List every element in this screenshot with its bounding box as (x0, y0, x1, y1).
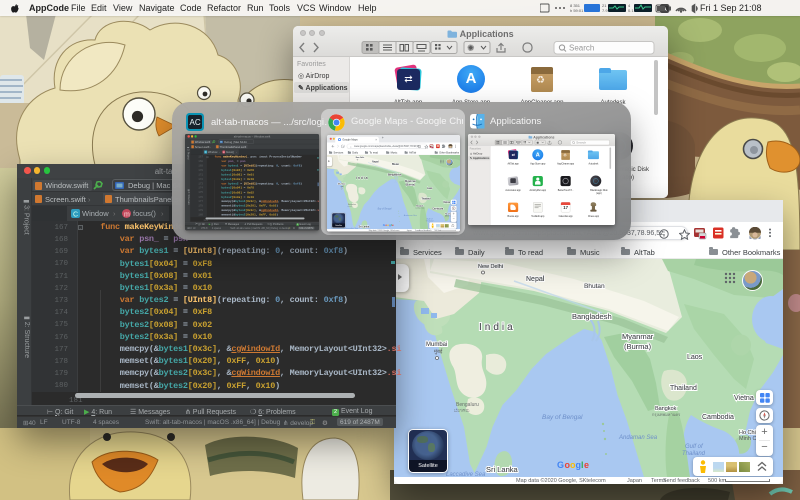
svg-text:Mumbai: Mumbai (426, 342, 447, 348)
svg-text:m: m (223, 151, 225, 154)
svg-text:Laos: Laos (687, 354, 703, 361)
svg-text:Sri Lanka: Sri Lanka (486, 465, 519, 474)
svg-text:India: India (356, 176, 369, 180)
svg-text:e: e (584, 460, 589, 470)
svg-text:ಬೆಂಗಳೌರು: ಬೆಂಗಳೌರು (454, 408, 470, 413)
svg-text:Vietna: Vietna (734, 395, 754, 402)
svg-text:India: India (479, 322, 516, 333)
svg-text:Myanmar: Myanmar (405, 179, 416, 183)
svg-text:Search: Search (576, 141, 586, 145)
svg-text:e: e (392, 223, 394, 227)
svg-text:Search: Search (569, 44, 594, 53)
svg-text:m: m (124, 212, 130, 219)
svg-text:C: C (205, 151, 207, 154)
svg-text:(Burma): (Burma) (406, 182, 415, 186)
svg-text:Minh C: Minh C (739, 436, 756, 442)
svg-text:Gulf of: Gulf of (685, 444, 704, 450)
svg-text:Bay of Bengal: Bay of Bengal (378, 208, 392, 210)
svg-text:Thailand: Thailand (670, 385, 697, 392)
svg-text:Bay of Bengal: Bay of Bengal (542, 414, 583, 421)
svg-text:h 59:01: h 59:01 (570, 8, 584, 13)
svg-text:Sri Lanka: Sri Lanka (358, 224, 369, 228)
svg-text:Nepal: Nepal (526, 276, 545, 283)
svg-text:(Burma): (Burma) (624, 342, 652, 351)
svg-text:7.9: 7.9 (602, 8, 608, 13)
svg-text:Bangladesh: Bangladesh (388, 172, 402, 176)
svg-text:Gulf of: Gulf of (426, 218, 432, 220)
svg-text:Bhutan: Bhutan (584, 283, 605, 290)
svg-text:G: G (557, 460, 564, 470)
svg-text:Myanmar: Myanmar (622, 332, 654, 341)
svg-text:Cambodia: Cambodia (702, 414, 734, 421)
svg-text:Mumbai: Mumbai (338, 183, 346, 185)
svg-text:C: C (73, 212, 78, 219)
svg-text:Cambodia: Cambodia (432, 207, 444, 210)
svg-text:0.1: 0.1 (628, 8, 634, 13)
svg-text:New Delhi: New Delhi (478, 264, 503, 270)
svg-text:Andaman Sea: Andaman Sea (618, 435, 658, 441)
svg-text:मुंबई: मुंबई (434, 348, 443, 355)
svg-text:New Delhi: New Delhi (356, 157, 365, 159)
svg-text:Laos: Laos (427, 187, 433, 190)
svg-text:Bangkok: Bangkok (416, 205, 423, 207)
svg-text:Thailand: Thailand (421, 197, 431, 200)
svg-text:Bangladesh: Bangladesh (572, 312, 612, 321)
svg-text:AC: AC (190, 118, 201, 127)
svg-text:Vietna: Vietna (443, 201, 450, 204)
svg-text:Nepal: Nepal (372, 160, 379, 163)
svg-text:✺: ✺ (467, 43, 475, 53)
